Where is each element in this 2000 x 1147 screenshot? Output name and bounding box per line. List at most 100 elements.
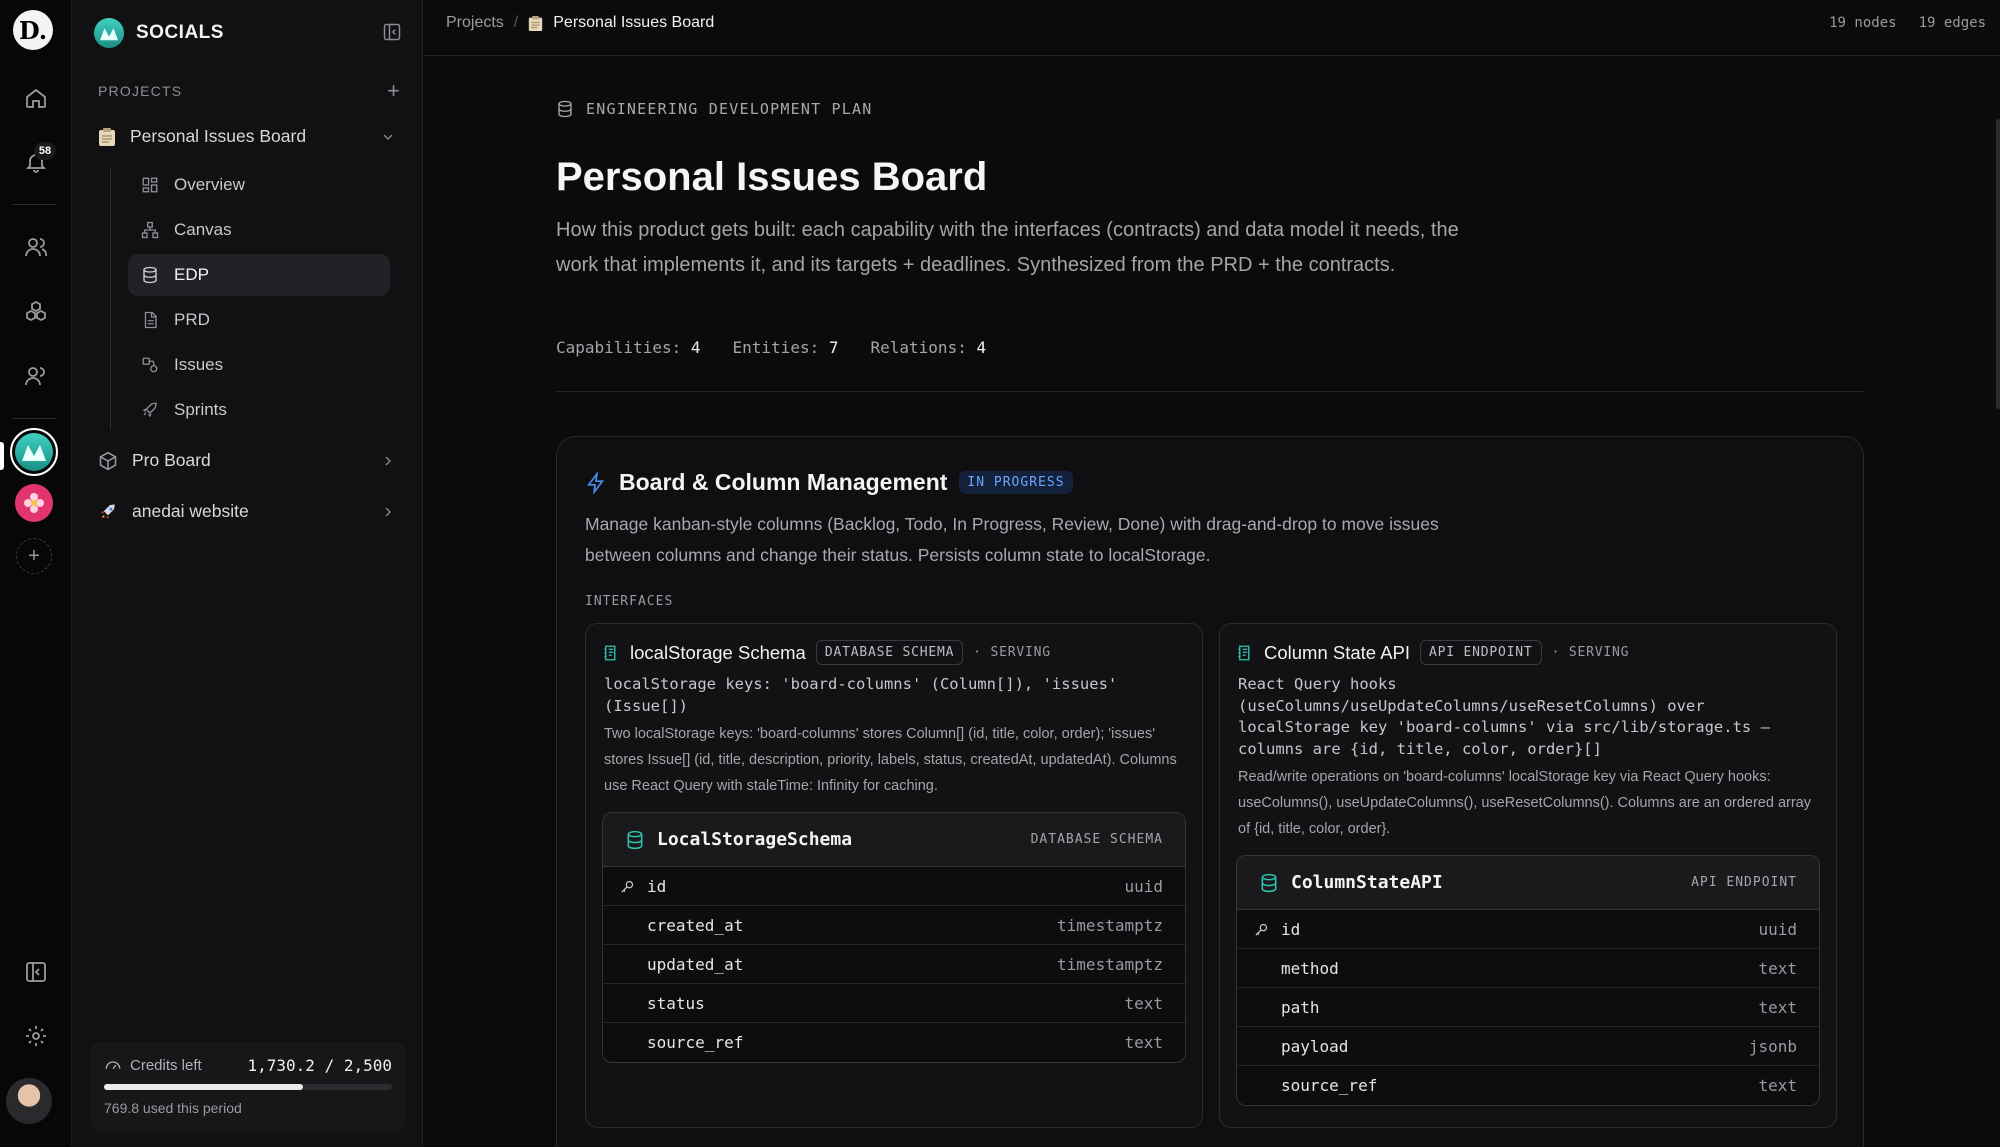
field-name: path	[1281, 997, 1320, 1017]
field-type: text	[1124, 993, 1163, 1013]
field-type: timestamptz	[1057, 915, 1163, 935]
sidebar-toggle-icon[interactable]	[16, 952, 56, 992]
page-eyebrow: ENGINEERING DEVELOPMENT PLAN	[556, 100, 872, 118]
app-logo[interactable]: D.	[13, 10, 53, 50]
add-project-button[interactable]: +	[387, 80, 400, 102]
entity-kind: API ENDPOINT	[1691, 875, 1797, 890]
entity-name: ColumnStateAPI	[1291, 872, 1443, 893]
workspace-logo	[94, 18, 124, 48]
section-divider	[556, 391, 1864, 392]
project-pro-board[interactable]: Pro Board	[98, 450, 398, 471]
metric-capabilities: Capabilities: 4	[556, 338, 701, 357]
breadcrumb-separator: /	[513, 14, 519, 31]
sidebar-item-overview[interactable]: Overview	[128, 164, 390, 206]
key-icon	[617, 879, 637, 894]
interface-state: · SERVING	[973, 645, 1051, 660]
metric-entities: Entities: 7	[732, 338, 839, 357]
workspace-flower-avatar[interactable]	[12, 481, 56, 525]
lightning-icon	[585, 471, 607, 494]
icon-rail: D. 58 +	[0, 0, 72, 1147]
projects-section-label: PROJECTS	[98, 83, 183, 99]
project-personal-issues-board[interactable]: Personal Issues Board	[98, 126, 398, 147]
notification-badge: 58	[34, 142, 56, 160]
add-workspace-button[interactable]: +	[16, 538, 52, 574]
home-icon[interactable]	[16, 78, 56, 118]
clipboard-icon	[98, 127, 116, 147]
field-name: source_ref	[1281, 1076, 1378, 1095]
scrollbar[interactable]	[1996, 119, 2000, 409]
top-bar: Projects / Personal Issues Board 19 node…	[424, 0, 2000, 56]
credits-progress-bar	[104, 1084, 392, 1090]
capability-title: Board & Column Management	[619, 469, 948, 495]
interface-card-column-state-api[interactable]: Column State API API ENDPOINT · SERVING …	[1219, 623, 1837, 1128]
sidebar-item-canvas[interactable]: Canvas	[128, 209, 390, 251]
page-title: Personal Issues Board	[556, 155, 988, 199]
main-content: ENGINEERING DEVELOPMENT PLAN Personal Is…	[424, 57, 2000, 1147]
capability-card: Board & Column Management IN PROGRESS Ma…	[556, 436, 1864, 1147]
project-anedai-website[interactable]: anedai website	[98, 501, 398, 522]
settings-gear-icon[interactable]	[16, 1016, 56, 1056]
clipboard-icon	[528, 15, 543, 32]
people-icon[interactable]	[16, 356, 56, 396]
table-row: path text	[1237, 988, 1819, 1027]
sidebar-item-prd[interactable]: PRD	[128, 299, 390, 341]
rocket-icon	[98, 502, 118, 522]
key-icon	[1251, 922, 1271, 937]
interface-name: Column State API	[1264, 641, 1411, 663]
chevron-right-icon[interactable]	[380, 453, 396, 469]
sidebar-item-edp[interactable]: EDP	[128, 254, 390, 296]
collapse-sidebar-icon[interactable]	[382, 22, 402, 42]
user-avatar[interactable]	[6, 1078, 52, 1124]
user-group-icon[interactable]	[16, 227, 56, 267]
subtree-line	[110, 168, 111, 430]
sidebar-item-issues[interactable]: Issues	[128, 344, 390, 386]
eyebrow-text: ENGINEERING DEVELOPMENT PLAN	[586, 100, 873, 118]
table-row: payload jsonb	[1237, 1027, 1819, 1066]
rail-divider	[12, 204, 56, 205]
field-name: method	[1281, 958, 1339, 978]
page-description: How this product gets built: each capabi…	[556, 219, 1459, 276]
table-row: id uuid	[603, 867, 1185, 906]
field-type: text	[1758, 997, 1797, 1017]
field-name: status	[647, 993, 705, 1013]
interface-card-localstorage-schema[interactable]: localStorage Schema DATABASE SCHEMA · SE…	[585, 623, 1203, 1128]
schema-icon	[1236, 644, 1254, 662]
rail-divider	[12, 418, 56, 419]
table-row: id uuid	[1237, 910, 1819, 949]
interfaces-label: INTERFACES	[585, 594, 674, 609]
table-row: created_at timestamptz	[603, 906, 1185, 945]
breadcrumb: Projects / Personal Issues Board	[446, 14, 714, 32]
database-icon	[140, 266, 160, 284]
interface-state: · SERVING	[1551, 645, 1630, 660]
field-name: created_at	[647, 915, 744, 935]
project-name: Personal Issues Board	[130, 126, 307, 146]
chevron-down-icon[interactable]	[380, 129, 396, 145]
database-icon	[625, 830, 645, 850]
workspace-header[interactable]: SOCIALS	[94, 18, 224, 48]
cube-icon	[98, 451, 118, 471]
table-row: method text	[1237, 949, 1819, 988]
field-type: text	[1758, 1076, 1797, 1095]
database-icon	[1259, 873, 1279, 893]
field-type: uuid	[1124, 876, 1163, 896]
field-type: text	[1124, 1033, 1163, 1052]
field-name: source_ref	[647, 1033, 744, 1052]
workspace-socials-avatar[interactable]	[10, 428, 58, 476]
credits-used: 769.8 used this period	[104, 1100, 242, 1116]
project-sidebar: SOCIALS PROJECTS + Personal Issues Board…	[72, 0, 423, 1147]
sidebar-item-label: EDP	[174, 265, 209, 284]
field-type: timestamptz	[1057, 954, 1163, 974]
chevron-right-icon[interactable]	[380, 504, 396, 520]
credits-value: 1,730.2 / 2,500	[247, 1056, 393, 1075]
field-name: id	[647, 876, 667, 896]
sidebar-item-sprints[interactable]: Sprints	[128, 389, 390, 431]
interface-note: Read/write operations on 'board-columns'…	[1238, 769, 1811, 837]
breadcrumb-projects[interactable]: Projects	[446, 14, 504, 32]
interface-signature: React Query hooks (useColumns/useUpdateC…	[1238, 675, 1770, 758]
issues-icon	[140, 356, 160, 374]
sidebar-item-label: Issues	[174, 355, 224, 374]
cubes-icon[interactable]	[16, 292, 56, 332]
schema-icon	[602, 644, 620, 662]
rocket-icon	[140, 401, 160, 419]
credits-panel: Credits left 1,730.2 / 2,500 769.8 used …	[90, 1042, 406, 1132]
